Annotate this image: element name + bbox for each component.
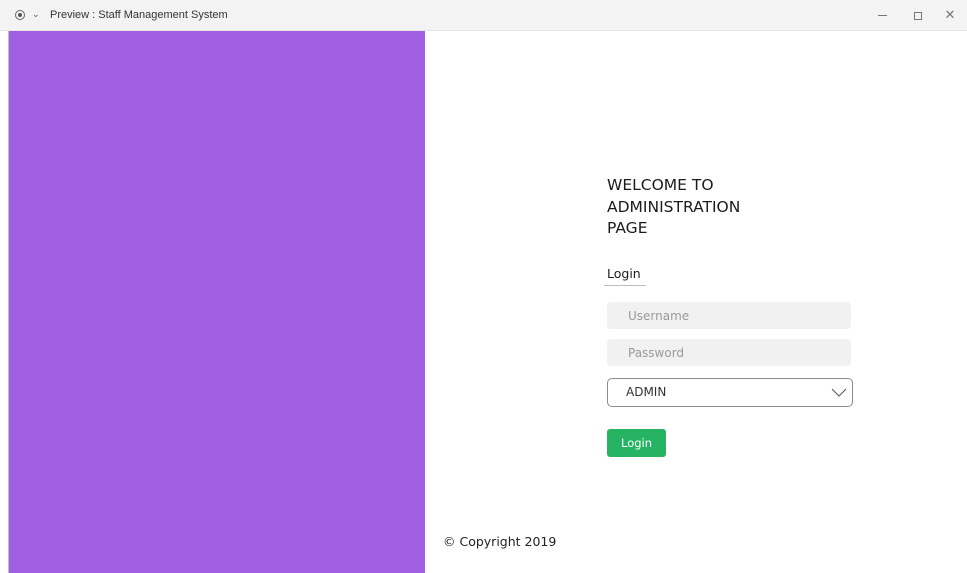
role-select-value: ADMIN [626,385,667,399]
welcome-line-1: WELCOME TO [607,176,714,194]
close-button[interactable]: ✕ [932,0,967,31]
login-heading: Login [607,266,641,281]
brand-side-panel [9,31,425,573]
copyright-text: © Copyright 2019 [443,534,557,549]
login-button[interactable]: Login [607,429,666,457]
login-heading-underline [604,285,646,286]
close-icon: ✕ [944,7,956,23]
password-input[interactable] [607,339,851,366]
maximize-icon [914,11,922,20]
maximize-button[interactable] [900,0,936,31]
role-select[interactable]: ADMIN [607,378,853,407]
welcome-line-2: ADMINISTRATION [607,197,741,216]
app-window: ⌄ Preview : Staff Management System ✕ WE… [0,0,967,573]
window-title: Preview : Staff Management System [50,9,228,21]
minimize-icon [877,15,887,16]
username-input[interactable] [607,302,851,329]
chevron-down-icon[interactable]: ⌄ [32,8,40,22]
welcome-line-3: PAGE [607,219,648,237]
welcome-heading: WELCOME TO ADMINISTRATION PAGE [607,175,827,240]
title-bar: ⌄ Preview : Staff Management System ✕ [0,0,967,31]
chevron-down-icon [831,388,847,397]
app-record-icon[interactable] [15,10,25,20]
minimize-button[interactable] [864,0,900,31]
